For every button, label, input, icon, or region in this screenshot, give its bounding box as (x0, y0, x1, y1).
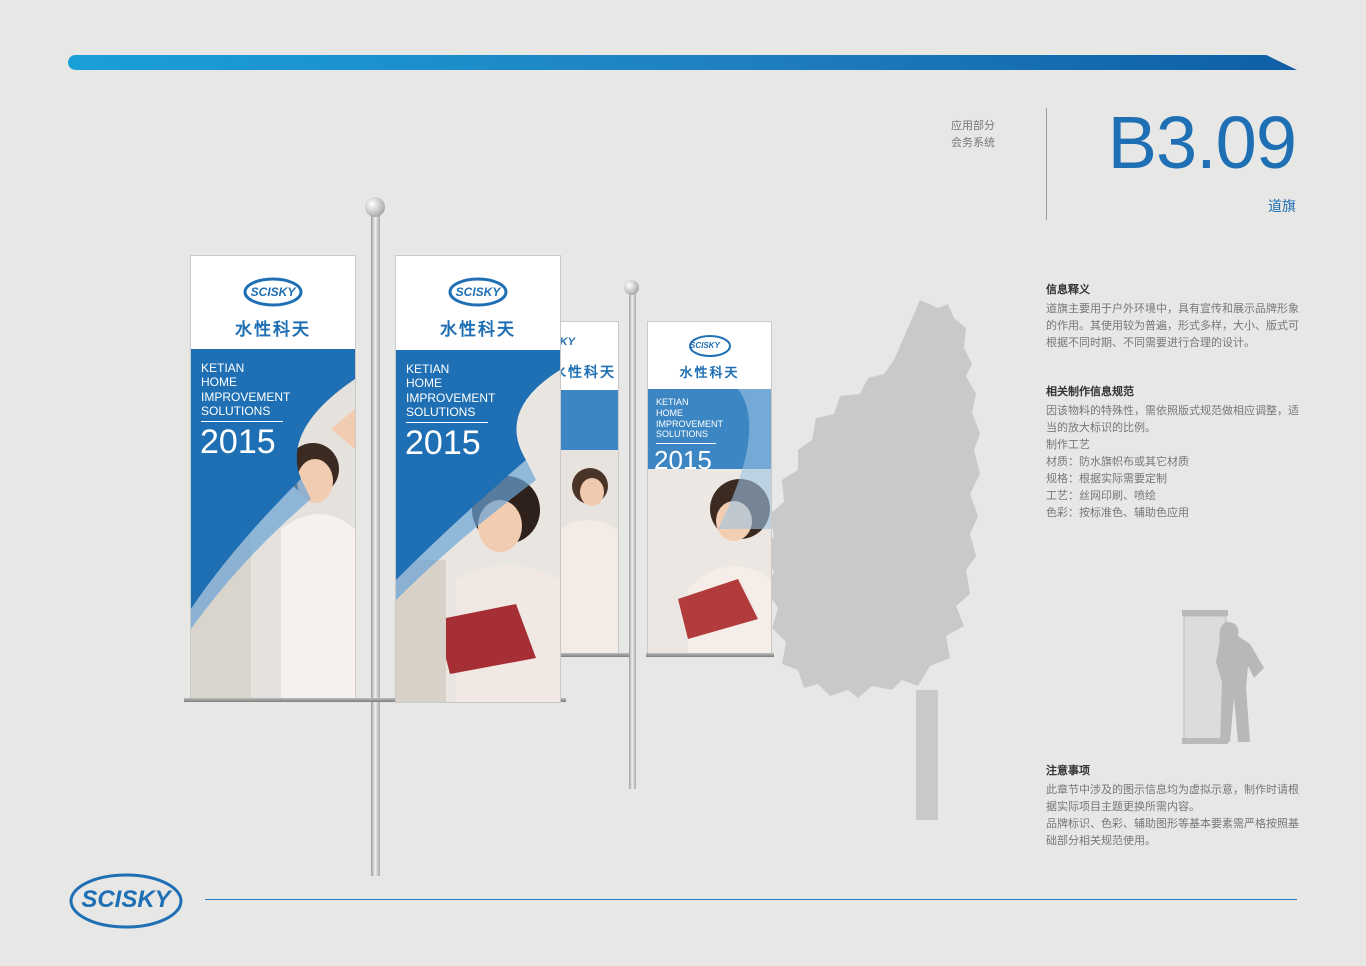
info-text: 材质：防水旗帜布或其它材质 (1046, 456, 1189, 468)
section-meta: 应用部分 会务系统 (900, 118, 995, 152)
section-label: 应用部分 (951, 120, 995, 132)
info-block-definition: 信息释义 道旗主要用于户外环境中，具有宣传和展示品牌形象的作用。其使用较为普遍，… (1046, 282, 1300, 352)
tagline-line: IMPROVEMENT (201, 389, 291, 404)
banner-rule (656, 443, 716, 444)
footer-rule (205, 899, 1297, 900)
tagline-line: IMPROVEMENT (406, 390, 496, 405)
scale-illustration (1182, 610, 1264, 744)
banner-year: 2015 (654, 445, 712, 475)
tagline-line: HOME (406, 376, 442, 391)
banner-tagline: KETIAN HOME IMPROVEMENT SOLUTIONS (656, 397, 723, 440)
footer-logo-text: SCISKY (81, 886, 171, 913)
banner-body: KETIAN HOME IMPROVEMENT SOLUTIONS 2015 (191, 349, 355, 698)
tagline-line: SOLUTIONS (406, 405, 476, 420)
flag-pole-right (629, 292, 636, 789)
banner-body: KETIAN HOME IMPROVEMENT SOLUTIONS 2015 (648, 389, 771, 656)
info-heading: 信息释义 (1046, 284, 1090, 296)
info-text: 因该物料的特殊性，需依照版式规范做相应调整，适当的放大标识的比例。 (1046, 405, 1299, 434)
banner-tagline: KETIAN HOME IMPROVEMENT SOLUTIONS (406, 362, 495, 420)
info-text: 此章节中涉及的图示信息均为虚拟示意，制作时请根据实际项目主题更换所需内容。 (1046, 784, 1299, 813)
banner-logo: SCISKY (250, 285, 296, 299)
banner-header: SCISKY 水性科天 (396, 256, 560, 350)
banner-rule (201, 421, 283, 422)
banner-right: SCISKY 水性科天 KETIAN HOME IMPROVEMENT SOLU… (648, 322, 771, 656)
banner-body: KETIAN HOME IMPROVEMENT SOLUTIONS 2015 (396, 350, 560, 702)
page-code: B3.09 (1107, 101, 1297, 184)
tagline-line: HOME (656, 407, 683, 418)
tagline-line: SOLUTIONS (201, 404, 271, 419)
tagline-line: KETIAN (406, 362, 450, 376)
subsection-label: 会务系统 (951, 137, 995, 149)
banner-brand-cn: 水性科天 (679, 365, 740, 380)
top-accent-bar (68, 55, 1297, 70)
tagline-line: KETIAN (201, 361, 245, 375)
tagline-line: SOLUTIONS (656, 429, 709, 440)
banner-year: 2015 (405, 424, 481, 462)
info-text: 规格：根据实际需要定制 (1046, 473, 1167, 485)
tree-silhouette (770, 300, 980, 820)
banner-header: SCISKY 水性科天 (648, 322, 771, 389)
info-heading: 相关制作信息规范 (1046, 386, 1134, 398)
info-block-spec: 相关制作信息规范 因该物料的特殊性，需依照版式规范做相应调整，适当的放大标识的比… (1046, 384, 1300, 522)
banner-left: SCISKY 水性科天 KETIAN HOME IMPROVEMENT SOLU… (191, 256, 355, 698)
page-title: 道旗 (1268, 198, 1296, 214)
header-divider (1046, 108, 1047, 220)
banner-brand-cn: 水性科天 (552, 364, 616, 380)
banner-brand-cn: 水性科天 (235, 320, 311, 339)
banner-logo: SCISKY (455, 285, 501, 299)
banner-logo: SCISKY (690, 341, 720, 350)
banner-rule (406, 422, 488, 423)
pole-knob (624, 280, 639, 295)
pole-knob (365, 197, 385, 217)
tagline-line: IMPROVEMENT (656, 418, 724, 429)
banner-header: SCISKY 水性科天 (191, 256, 355, 349)
footer-logo: SCISKY (68, 872, 184, 935)
banner-center: SCISKY 水性科天 KETIAN HOME IMPROVEMENT SOLU… (396, 256, 560, 702)
info-text: 道旗主要用于户外环境中，具有宣传和展示品牌形象的作用。其使用较为普遍，形式多样，… (1046, 303, 1299, 349)
info-text: 品牌标识、色彩、辅助图形等基本要素需严格按照基础部分相关规范使用。 (1046, 818, 1299, 847)
info-block-notes: 注意事项 此章节中涉及的图示信息均为虚拟示意，制作时请根据实际项目主题更换所需内… (1046, 763, 1300, 850)
tagline-line: KETIAN (656, 397, 689, 407)
banner-year: 2015 (200, 423, 276, 461)
info-heading: 注意事项 (1046, 765, 1090, 777)
tagline-line: HOME (201, 375, 237, 390)
info-text: 制作工艺 (1046, 439, 1090, 451)
banner-tagline: KETIAN HOME IMPROVEMENT SOLUTIONS (201, 361, 290, 419)
info-text: 色彩：按标准色、辅助色应用 (1046, 507, 1189, 519)
flag-pole-left (371, 212, 380, 876)
info-text: 工艺：丝网印刷、喷绘 (1046, 490, 1156, 502)
banner-bottom-bar (646, 653, 774, 657)
banner-brand-cn: 水性科天 (440, 320, 516, 339)
